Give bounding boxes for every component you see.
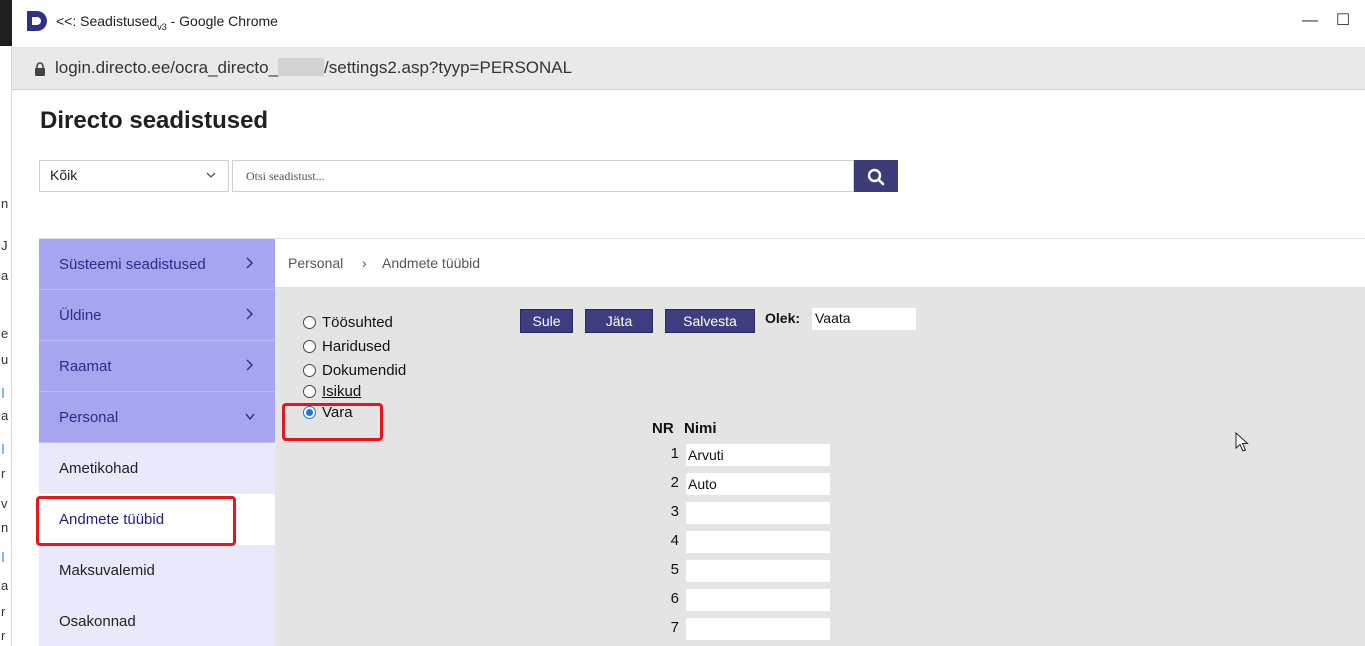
chevron-right-icon	[246, 308, 253, 320]
content-area: Töösuhted Haridused Dokumendid Isikud Va…	[275, 288, 1365, 646]
sidebar-subitem-ametikohad[interactable]: Ametikohad	[39, 443, 275, 494]
radio-label: Haridused	[322, 338, 391, 355]
background-window-glyph: v	[1, 496, 8, 511]
background-window-glyph: n	[1, 520, 9, 535]
chevron-down-icon	[206, 172, 216, 178]
background-window-glyph: r	[1, 466, 6, 481]
search-icon	[867, 168, 885, 186]
sidebar-subitem-label: Ametikohad	[59, 460, 139, 477]
background-window-glyph: r	[1, 604, 6, 619]
background-window-glyph: a	[1, 408, 9, 423]
background-window-mark	[2, 388, 4, 398]
row-number: 1	[670, 445, 679, 462]
window-title: <<: Seadistusedv3 - Google Chrome	[56, 13, 278, 32]
address-bar[interactable]: login.directo.ee/ocra_directo_ /settings2…	[12, 48, 1365, 90]
url-prefix: login.directo.ee/ocra_directo_	[55, 58, 279, 77]
window-title-suffix: - Google Chrome	[166, 13, 278, 29]
sidebar-item-label: Üldine	[59, 307, 102, 324]
settings-page: Directo seadistused Kõik Süsteemi seadis…	[12, 90, 1365, 646]
name-input[interactable]	[686, 560, 830, 582]
column-header-nr: NR	[652, 420, 674, 437]
background-window-glyph: J	[1, 238, 8, 253]
url-text: login.directo.ee/ocra_directo_ /settings2…	[55, 58, 572, 78]
row-number: 2	[670, 474, 679, 491]
sidebar-item-label: Personal	[59, 409, 119, 426]
row-number: 5	[670, 561, 679, 578]
background-window-mark	[2, 444, 4, 454]
radio-circle[interactable]	[303, 364, 316, 377]
directo-logo-icon	[27, 11, 47, 31]
sidebar-subitem-label: Maksuvalemid	[59, 562, 155, 579]
window-titlebar: <<: Seadistusedv3 - Google Chrome — ☐	[12, 0, 1365, 48]
row-number: 4	[670, 532, 679, 549]
window-title-version: v3	[157, 21, 167, 32]
background-window-glyph: u	[1, 352, 9, 367]
breadcrumb: Personal › Andmete tüübid	[275, 239, 1365, 288]
lock-icon	[35, 62, 45, 76]
background-window-glyph: r	[1, 628, 6, 643]
minimize-button[interactable]: —	[1297, 10, 1323, 34]
continue-button[interactable]: Jäta	[585, 309, 653, 333]
name-input[interactable]	[686, 473, 830, 495]
sidebar-subitem-andmete-tuubid[interactable]: Andmete tüübid	[39, 494, 275, 545]
mouse-pointer-icon	[1235, 432, 1249, 452]
sidebar-subitem-osakonnad[interactable]: Osakonnad	[39, 596, 275, 646]
window-title-main: <<: Seadistused	[56, 13, 158, 29]
url-suffix: /settings2.asp?tyyp=PERSONAL	[324, 58, 573, 77]
chevron-down-icon	[245, 413, 255, 421]
radio-circle[interactable]	[303, 316, 316, 329]
url-redaction	[278, 58, 325, 76]
chevron-right-icon	[246, 257, 253, 269]
search-input[interactable]	[233, 161, 851, 191]
sidebar-subitem-label: Osakonnad	[59, 613, 136, 630]
name-input[interactable]	[686, 502, 830, 524]
row-number: 6	[670, 590, 679, 607]
radio-circle[interactable]	[303, 340, 316, 353]
breadcrumb-separator: ›	[362, 255, 367, 271]
sidebar-item-uldine[interactable]: Üldine	[39, 290, 275, 341]
background-window-strip: n J a e u a r v n a r r	[0, 0, 12, 646]
sidebar: Süsteemi seadistused Üldine Raamat Perso…	[39, 239, 275, 646]
radio-label: Vara	[322, 404, 353, 421]
column-header-name: Nimi	[684, 420, 717, 437]
status-value: Vaata	[812, 308, 916, 330]
radio-label: Isikud	[322, 383, 362, 400]
sidebar-item-label: Süsteemi seadistused	[59, 256, 206, 273]
radio-circle[interactable]	[303, 385, 316, 398]
background-window-glyph: n	[1, 196, 9, 211]
sidebar-subitem-maksuvalemid[interactable]: Maksuvalemid	[39, 545, 275, 596]
background-window-glyph: a	[1, 578, 9, 593]
row-number: 3	[670, 503, 679, 520]
background-window-mark	[2, 552, 4, 562]
name-input[interactable]	[686, 531, 830, 553]
close-button[interactable]: Sule	[520, 309, 573, 333]
name-input[interactable]	[686, 618, 830, 640]
background-window-titlebar	[0, 0, 12, 46]
background-window-glyph: a	[1, 268, 9, 283]
search-button[interactable]	[854, 160, 898, 192]
radio-circle-selected[interactable]	[303, 406, 316, 419]
background-window-glyph: e	[1, 326, 9, 341]
chevron-right-icon	[246, 359, 253, 371]
page-title: Directo seadistused	[40, 107, 269, 134]
radio-label: Töösuhted	[322, 314, 393, 331]
sidebar-item-raamat[interactable]: Raamat	[39, 341, 275, 392]
sidebar-item-susteemi-seadistused[interactable]: Süsteemi seadistused	[39, 239, 275, 290]
search-box	[232, 160, 854, 192]
sidebar-item-personal[interactable]: Personal	[39, 392, 275, 443]
breadcrumb-current: Andmete tüübid	[382, 255, 481, 271]
save-button[interactable]: Salvesta	[665, 309, 755, 333]
row-number: 7	[670, 619, 679, 636]
name-input[interactable]	[686, 589, 830, 611]
sidebar-item-label: Raamat	[59, 358, 112, 375]
name-input[interactable]	[686, 444, 830, 466]
category-select[interactable]: Kõik	[39, 160, 229, 192]
breadcrumb-parent[interactable]: Personal	[288, 255, 343, 271]
radio-label: Dokumendid	[322, 362, 407, 379]
sidebar-subitem-label: Andmete tüübid	[59, 511, 165, 528]
status-label: Olek:	[765, 310, 801, 326]
maximize-button[interactable]: ☐	[1330, 10, 1356, 34]
category-select-value: Kõik	[50, 167, 78, 183]
